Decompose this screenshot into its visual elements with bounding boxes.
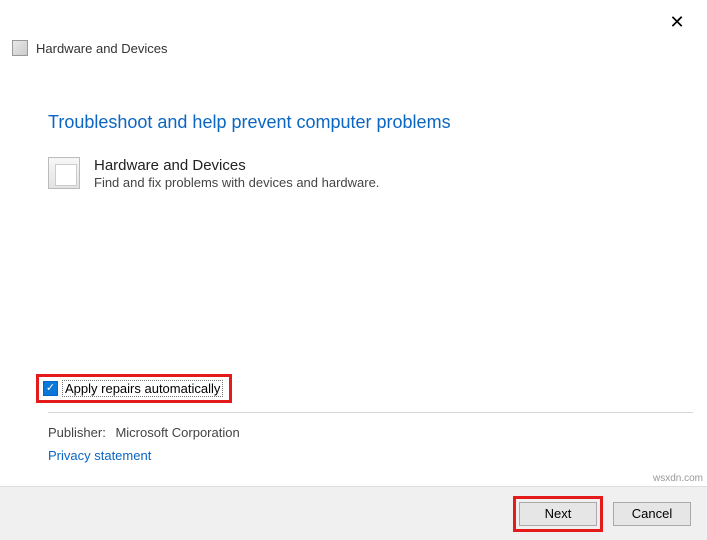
watermark: wsxdn.com <box>653 473 703 484</box>
publisher-value: Microsoft Corporation <box>115 425 239 440</box>
content-area: Troubleshoot and help prevent computer p… <box>0 62 707 190</box>
divider <box>48 412 693 413</box>
apply-repairs-checkbox[interactable]: ✓ <box>43 381 58 396</box>
troubleshooter-title: Hardware and Devices <box>94 157 379 174</box>
close-button[interactable]: ✕ <box>665 10 689 34</box>
troubleshooter-row: Hardware and Devices Find and fix proble… <box>48 157 659 190</box>
troubleshooter-description: Find and fix problems with devices and h… <box>94 175 379 190</box>
apply-repairs-option[interactable]: ✓ Apply repairs automatically <box>36 374 232 403</box>
troubleshooter-icon <box>12 40 28 56</box>
publisher-label: Publisher: <box>48 425 106 440</box>
apply-repairs-label: Apply repairs automatically <box>62 380 223 397</box>
publisher-row: Publisher: Microsoft Corporation <box>48 425 240 440</box>
titlebar: Hardware and Devices <box>0 0 707 62</box>
close-icon: ✕ <box>669 12 684 33</box>
window-title: Hardware and Devices <box>36 41 168 56</box>
page-heading: Troubleshoot and help prevent computer p… <box>48 112 659 133</box>
hardware-devices-icon <box>48 157 80 189</box>
footer: Next Cancel <box>0 486 707 540</box>
next-button-highlight: Next <box>513 496 603 532</box>
next-button[interactable]: Next <box>519 502 597 526</box>
cancel-button[interactable]: Cancel <box>613 502 691 526</box>
privacy-statement-link[interactable]: Privacy statement <box>48 448 151 463</box>
